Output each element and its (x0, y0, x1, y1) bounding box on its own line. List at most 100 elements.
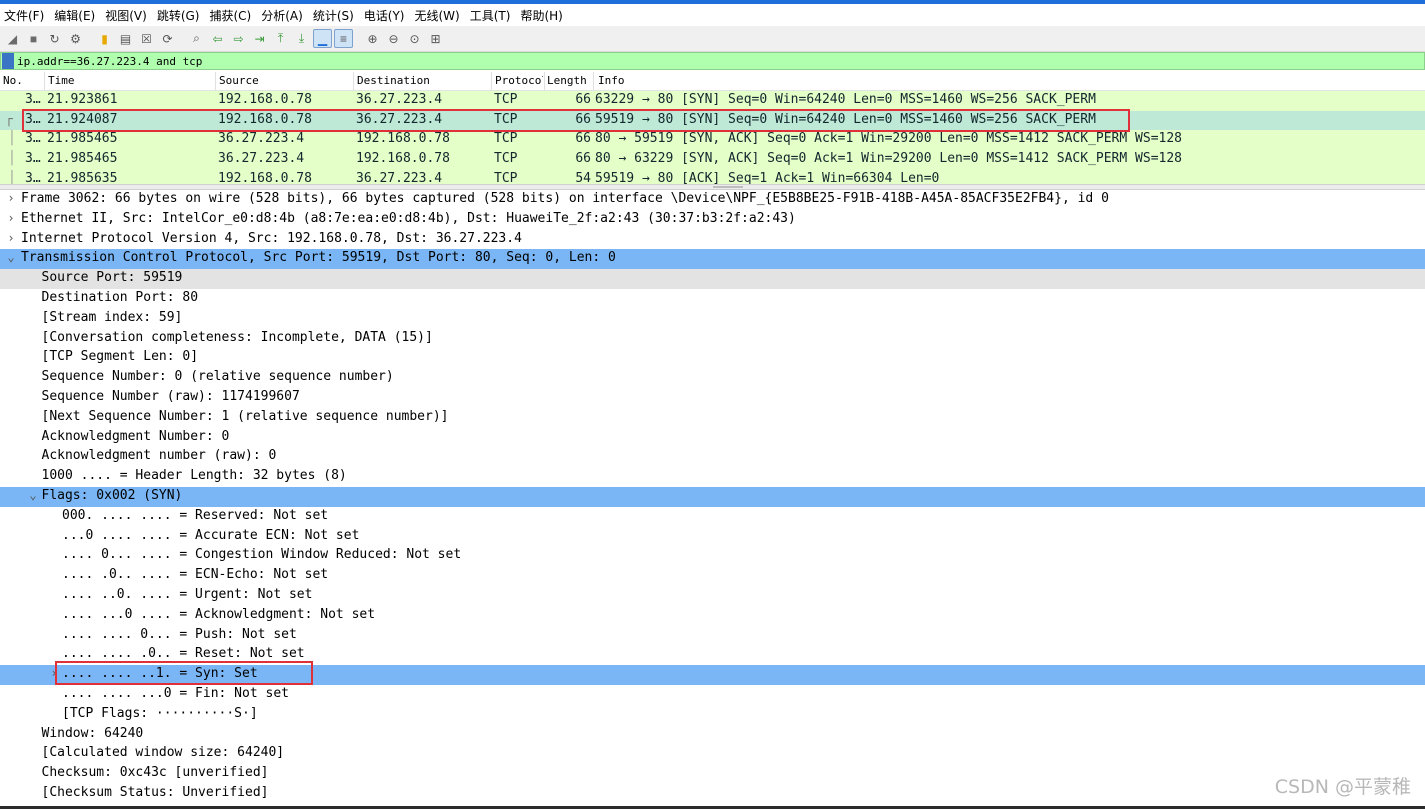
packet-row[interactable]: 3… 21.924087 192.168.0.78 36.27.223.4 TCP 66 5… (0, 110, 1425, 131)
tree-row[interactable]: › Frame 3062: 66 bytes on wire (528 bits)… (0, 190, 1425, 210)
menu-item[interactable]: 工具(T) (470, 7, 517, 24)
column-header-info[interactable]: Info (598, 74, 625, 87)
menu-item[interactable]: 捕获(C) (209, 7, 257, 24)
packet-row[interactable]: 3… 21.985635 192.168.0.78 36.27.223.4 TCP 54 5… (0, 169, 1425, 184)
tree-row[interactable]: Sequence Number: 0 (relative sequence nu… (0, 368, 1425, 388)
go-last-icon[interactable]: ⤓ (292, 29, 311, 48)
packet-info: 63229 → 80 [SYN] Seq=0 Win=64240 Len=0 M… (595, 92, 1096, 107)
menu-item[interactable]: 编辑(E) (54, 7, 101, 24)
go-back-icon[interactable]: ⇦ (208, 29, 227, 48)
menu-item[interactable]: 文件(F) (4, 7, 50, 24)
tree-row[interactable]: Destination Port: 80 (0, 289, 1425, 309)
tree-row[interactable]: 1000 .... = Header Length: 32 bytes (8) (0, 467, 1425, 487)
options-icon[interactable]: ⚙ (66, 29, 85, 48)
tree-row[interactable]: 000. .... .... = Reserved: Not set (0, 507, 1425, 527)
menu-item[interactable]: 分析(A) (261, 7, 309, 24)
menu-item[interactable]: 统计(S) (313, 7, 360, 24)
column-divider[interactable] (593, 72, 594, 91)
tree-row[interactable]: Window: 64240 (0, 725, 1425, 745)
tree-row[interactable]: .... .... .0.. = Reset: Not set (0, 645, 1425, 665)
autoscroll-icon[interactable]: ▁ (313, 29, 332, 48)
zoom-out-icon[interactable]: ⊖ (384, 29, 403, 48)
tree-row[interactable]: .... .... ...0 = Fin: Not set (0, 685, 1425, 705)
expand-arrow-icon[interactable]: › (5, 231, 17, 245)
packet-length: 66 (575, 131, 591, 147)
tree-row[interactable]: .... .0.. .... = ECN-Echo: Not set (0, 566, 1425, 586)
packet-row[interactable]: 3… 21.985465 36.27.223.4 192.168.0.78 TCP 66 8… (0, 150, 1425, 170)
tree-row-text: .... .... 0... = Push: Not set (62, 626, 297, 642)
collapse-arrow-icon[interactable]: ⌄ (5, 250, 17, 264)
restart-capture-icon[interactable]: ↻ (45, 29, 64, 48)
tree-row[interactable]: [TCP Segment Len: 0] (0, 348, 1425, 368)
splitter-handle[interactable] (712, 186, 743, 188)
tree-row[interactable]: ›.... .... ..1. = Syn: Set (0, 665, 1425, 685)
tree-row[interactable]: ⌄ Transmission Control Protocol, Src Port… (0, 249, 1425, 270)
packet-row[interactable]: 3… 21.985465 36.27.223.4 192.168.0.78 TCP 66 8… (0, 130, 1425, 151)
filter-bookmark-icon[interactable] (2, 53, 14, 69)
menu-item[interactable]: 电话(Y) (364, 7, 411, 24)
tree-row[interactable]: ...0 .... .... = Accurate ECN: Not set (0, 527, 1425, 547)
column-divider[interactable] (44, 72, 45, 91)
tree-row-text: Source Port: 59519 (41, 270, 183, 286)
go-forward-icon[interactable]: ⇨ (229, 29, 248, 48)
tree-row[interactable]: [Next Sequence Number: 1 (relative seque… (0, 408, 1425, 428)
collapse-arrow-icon[interactable]: ⌄ (27, 488, 39, 502)
column-divider[interactable] (353, 72, 354, 91)
packet-protocol: TCP (494, 111, 518, 127)
packet-length: 66 (575, 92, 591, 107)
expand-arrow-icon[interactable]: › (5, 211, 17, 225)
column-header-time[interactable]: Time (48, 74, 75, 87)
expand-arrow-icon[interactable]: › (5, 191, 17, 205)
column-header-protocol[interactable]: Protocol (495, 74, 543, 87)
column-header-source[interactable]: Source (219, 74, 259, 87)
menu-item[interactable]: 无线(W) (415, 7, 466, 24)
tree-row[interactable]: [TCP Flags: ··········S·] (0, 705, 1425, 725)
open-file-icon[interactable]: ▮ (95, 29, 114, 48)
column-divider[interactable] (491, 72, 492, 91)
column-divider[interactable] (544, 72, 545, 91)
stop-capture-icon[interactable]: ■ (24, 29, 43, 48)
zoom-normal-icon[interactable]: ⊙ (405, 29, 424, 48)
tree-row[interactable]: [Calculated window size: 64240] (0, 744, 1425, 764)
tree-row[interactable]: [Conversation completeness: Incomplete, … (0, 329, 1425, 349)
resize-columns-icon[interactable]: ⊞ (426, 29, 445, 48)
tree-row[interactable]: [Checksum Status: Unverified] (0, 784, 1425, 804)
start-capture-icon[interactable]: ◢ (3, 29, 22, 48)
tree-row[interactable]: Acknowledgment number (raw): 0 (0, 447, 1425, 467)
tree-row[interactable]: [Stream index: 59] (0, 309, 1425, 329)
go-to-packet-icon[interactable]: ⇥ (250, 29, 269, 48)
tree-row[interactable]: Checksum: 0xc43c [unverified] (0, 764, 1425, 784)
tree-row[interactable]: .... 0... .... = Congestion Window Reduc… (0, 546, 1425, 566)
column-divider[interactable] (215, 72, 216, 91)
column-header-no[interactable]: No. (3, 74, 23, 87)
save-file-icon[interactable]: ▤ (116, 29, 135, 48)
packet-source: 192.168.0.78 (218, 92, 312, 107)
display-filter-input[interactable]: ip.addr==36.27.223.4 and tcp (17, 55, 202, 68)
packet-time: 21.985465 (47, 131, 118, 147)
tree-row[interactable]: Source Port: 59519 (0, 269, 1425, 289)
tree-row[interactable]: › Ethernet II, Src: IntelCor_e0:d8:4b (a8… (0, 210, 1425, 230)
menu-item[interactable]: 视图(V) (105, 7, 153, 24)
go-first-icon[interactable]: ⤒ (271, 29, 290, 48)
menu-item[interactable]: 帮助(H) (520, 7, 568, 24)
tree-row[interactable]: Sequence Number (raw): 1174199607 (0, 388, 1425, 408)
tree-row[interactable]: .... ..0. .... = Urgent: Not set (0, 586, 1425, 606)
menu-item[interactable]: 跳转(G) (157, 7, 206, 24)
close-file-icon[interactable]: ☒ (137, 29, 156, 48)
tree-row[interactable]: Acknowledgment Number: 0 (0, 428, 1425, 448)
expand-arrow-icon[interactable]: › (48, 666, 60, 680)
tree-row[interactable]: .... ...0 .... = Acknowledgment: Not set (0, 606, 1425, 626)
tree-row[interactable]: ⌄ Flags: 0x002 (SYN) (0, 487, 1425, 507)
display-filter-bar[interactable]: ip.addr==36.27.223.4 and tcp (0, 52, 1425, 70)
tree-row[interactable]: .... .... 0... = Push: Not set (0, 626, 1425, 646)
find-packet-icon[interactable]: ⌕ (187, 29, 206, 48)
column-header-destination[interactable]: Destination (357, 74, 430, 87)
zoom-in-icon[interactable]: ⊕ (363, 29, 382, 48)
tree-row[interactable]: › Internet Protocol Version 4, Src: 192.1… (0, 230, 1425, 250)
packet-list[interactable]: 3… 21.923861 192.168.0.78 36.27.223.4 TCP 66 6… (0, 91, 1425, 184)
packet-row[interactable]: 3… 21.923861 192.168.0.78 36.27.223.4 TCP 66 6… (0, 91, 1425, 111)
column-header-length[interactable]: Length (547, 74, 587, 87)
colorize-icon[interactable]: ≡ (334, 29, 353, 48)
reload-icon[interactable]: ⟳ (158, 29, 177, 48)
packet-details-tree[interactable]: › Frame 3062: 66 bytes on wire (528 bits)… (0, 190, 1425, 809)
